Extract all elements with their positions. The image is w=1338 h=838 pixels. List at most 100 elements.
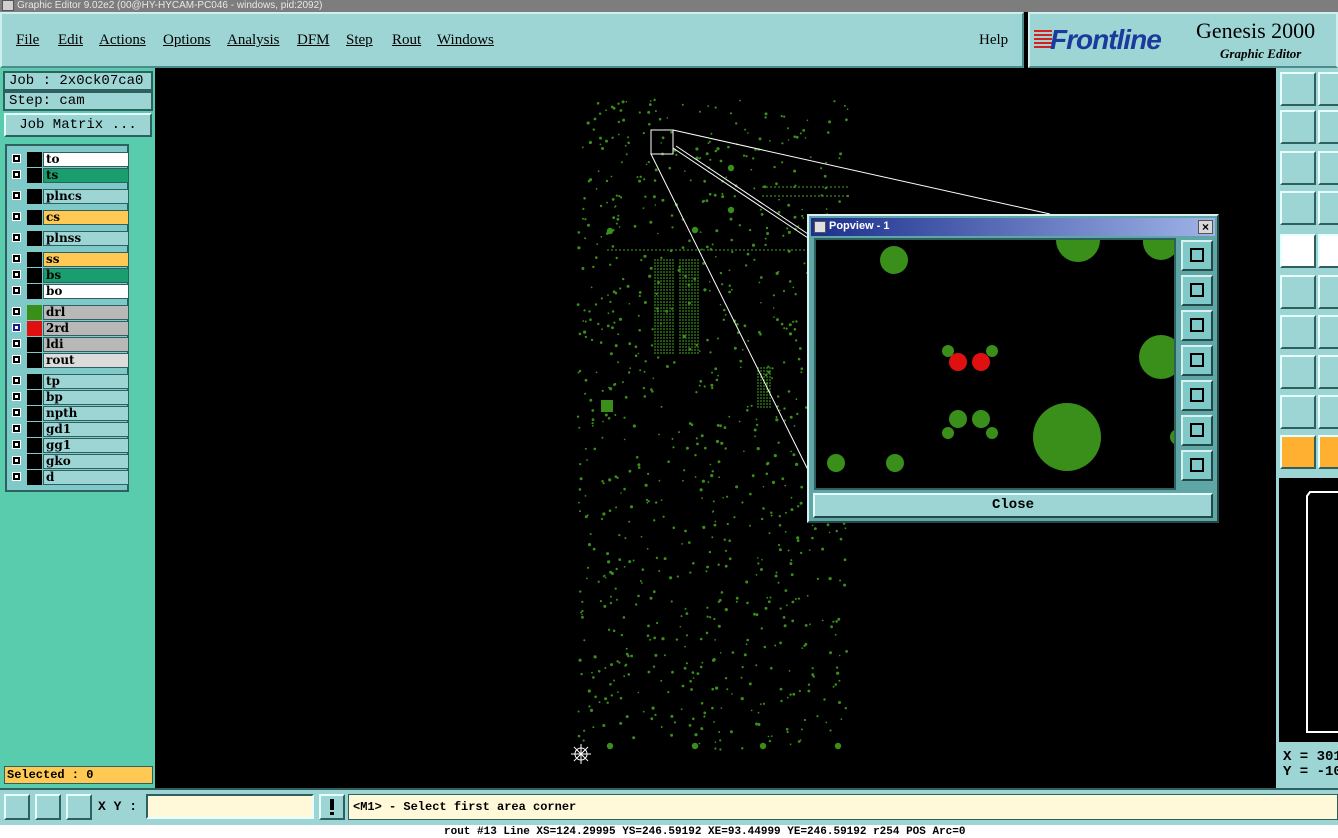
layer-row-ldi[interactable]: ldi — [9, 337, 129, 352]
pan-right-icon[interactable] — [1181, 380, 1213, 411]
layer-checkbox[interactable] — [12, 408, 21, 417]
layer-name[interactable]: drl — [43, 305, 129, 320]
layer-row-gg1[interactable]: gg1 — [9, 438, 129, 453]
layer-color-swatch[interactable] — [27, 252, 42, 267]
layer-color-swatch[interactable] — [27, 422, 42, 437]
layer-checkbox[interactable] — [12, 440, 21, 449]
layer-checkbox[interactable] — [12, 270, 21, 279]
menu-rout[interactable]: Rout — [392, 32, 421, 49]
pan-left-icon[interactable] — [1181, 345, 1213, 376]
warning-icon[interactable] — [319, 794, 345, 820]
job-matrix-button[interactable]: Job Matrix ... — [4, 113, 152, 137]
angle-snap-icon[interactable] — [35, 794, 61, 820]
fit-icon[interactable] — [1181, 415, 1213, 446]
connect-icon[interactable] — [1280, 275, 1316, 309]
overview-map[interactable] — [1279, 478, 1338, 742]
layer-name[interactable]: rout — [43, 353, 129, 368]
cross-icon[interactable] — [1318, 275, 1338, 309]
layer-color-swatch[interactable] — [27, 438, 42, 453]
menu-windows[interactable]: Windows — [437, 32, 494, 49]
layer-checkbox[interactable] — [12, 339, 21, 348]
layer-color-swatch[interactable] — [27, 189, 42, 204]
layer-name[interactable]: plncs — [43, 189, 129, 204]
layer-name[interactable]: plnss — [43, 231, 129, 246]
menu-step[interactable]: Step — [346, 32, 373, 49]
layer-checkbox[interactable] — [12, 154, 21, 163]
layer-row-plnss[interactable]: plnss — [9, 231, 129, 246]
layer-color-swatch[interactable] — [27, 390, 42, 405]
pad-tool-icon[interactable] — [1280, 234, 1316, 268]
layer-row-2rd[interactable]: 2rd — [9, 321, 129, 336]
minus-icon[interactable] — [1318, 355, 1338, 389]
layer-name[interactable]: bs — [43, 268, 129, 283]
layer-name[interactable]: bo — [43, 284, 129, 299]
layer-row-bo[interactable]: bo — [9, 284, 129, 299]
layer-color-swatch[interactable] — [27, 321, 42, 336]
menu-dfm[interactable]: DFM — [297, 32, 330, 49]
layer-color-swatch[interactable] — [27, 454, 42, 469]
layer-name[interactable]: 2rd — [43, 321, 129, 336]
layer-checkbox[interactable] — [12, 212, 21, 221]
layer-row-plncs[interactable]: plncs — [9, 189, 129, 204]
zoom-area-icon[interactable] — [4, 794, 30, 820]
layer-color-swatch[interactable] — [27, 337, 42, 352]
layer-row-gd1[interactable]: gd1 — [9, 422, 129, 437]
layer-name[interactable]: to — [43, 152, 129, 167]
layer-name[interactable]: gko — [43, 454, 129, 469]
menu-file[interactable]: File — [16, 32, 39, 49]
layer-name[interactable]: tp — [43, 374, 129, 389]
layer-checkbox[interactable] — [12, 170, 21, 179]
layer-checkbox[interactable] — [12, 355, 21, 364]
select-pointer-icon[interactable] — [1280, 435, 1316, 469]
measure-icon[interactable] — [1280, 191, 1316, 225]
layer-name[interactable]: ss — [43, 252, 129, 267]
layer-row-d[interactable]: d — [9, 470, 129, 485]
select-area-icon[interactable] — [1318, 435, 1338, 469]
slope-icon[interactable] — [1318, 315, 1338, 349]
popview-canvas[interactable] — [814, 238, 1176, 490]
layer-checkbox[interactable] — [12, 286, 21, 295]
layer-color-swatch[interactable] — [27, 152, 42, 167]
layer-checkbox[interactable] — [12, 191, 21, 200]
close-button[interactable]: Close — [813, 493, 1213, 518]
layer-row-bp[interactable]: bp — [9, 390, 129, 405]
layer-row-gko[interactable]: gko — [9, 454, 129, 469]
layer-color-swatch[interactable] — [27, 210, 42, 225]
pan-up-icon[interactable] — [1181, 275, 1213, 306]
layer-color-swatch[interactable] — [27, 305, 42, 320]
pan-up-icon[interactable] — [1280, 72, 1316, 106]
menu-help[interactable]: Help — [979, 32, 1008, 49]
menu-edit[interactable]: Edit — [58, 32, 83, 49]
popview-close-icon[interactable]: × — [1198, 220, 1213, 234]
layer-row-cs[interactable]: cs — [9, 210, 129, 225]
layer-checkbox[interactable] — [12, 392, 21, 401]
layer-row-ss[interactable]: ss — [9, 252, 129, 267]
layer-checkbox[interactable] — [12, 472, 21, 481]
popview-title-bar[interactable]: Popview - 1 × — [811, 218, 1215, 236]
layer-row-tp[interactable]: tp — [9, 374, 129, 389]
edge-icon[interactable] — [1318, 395, 1338, 429]
triangle-icon[interactable] — [1280, 395, 1316, 429]
layer-row-to[interactable]: to — [9, 152, 129, 167]
center-icon[interactable] — [1318, 151, 1338, 185]
layer-row-ts[interactable]: ts — [9, 168, 129, 183]
layer-row-bs[interactable]: bs — [9, 268, 129, 283]
layer-checkbox[interactable] — [12, 323, 21, 332]
layer-name[interactable]: ldi — [43, 337, 129, 352]
layer-name[interactable]: bp — [43, 390, 129, 405]
menu-analysis[interactable]: Analysis — [227, 32, 280, 49]
layer-name[interactable]: ts — [43, 168, 129, 183]
frame-icon[interactable] — [1318, 110, 1338, 144]
layer-color-swatch[interactable] — [27, 353, 42, 368]
layer-color-swatch[interactable] — [27, 470, 42, 485]
layer-name[interactable]: cs — [43, 210, 129, 225]
layer-checkbox[interactable] — [12, 254, 21, 263]
menu-options[interactable]: Options — [163, 32, 211, 49]
xy-input[interactable] — [146, 794, 314, 819]
layer-row-npth[interactable]: npth — [9, 406, 129, 421]
point-icon[interactable] — [1280, 355, 1316, 389]
layer-row-rout[interactable]: rout — [9, 353, 129, 368]
layer-color-swatch[interactable] — [27, 406, 42, 421]
pan-down-icon[interactable] — [1181, 310, 1213, 341]
menu-actions[interactable]: Actions — [99, 32, 146, 49]
